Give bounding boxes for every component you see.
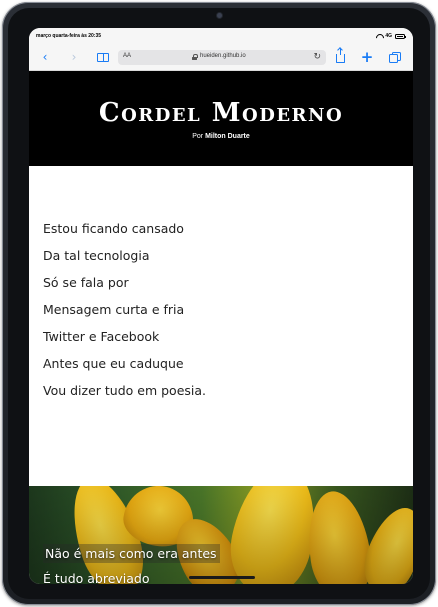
sunflower-hero-image: Não é mais como era antes É tudo abrevia… xyxy=(29,486,413,584)
status-time: março quarta-feira às 20:35 xyxy=(36,33,102,39)
hero-line: É tudo abreviado xyxy=(43,571,150,584)
screen: março quarta-feira às 20:35 4G ‹ › AA hu… xyxy=(29,28,413,584)
tabs-button[interactable] xyxy=(387,51,401,63)
signal-label: 4G xyxy=(385,33,392,39)
byline-prefix: Por xyxy=(192,133,204,140)
url-text[interactable]: hueiden.github.io xyxy=(200,53,246,59)
battery-icon xyxy=(395,33,406,39)
byline: Por Milton Duarte xyxy=(29,133,413,140)
new-tab-button[interactable]: + xyxy=(360,48,374,66)
poem-line: Mensagem curta e fria xyxy=(43,302,185,317)
reload-icon[interactable]: ↻ xyxy=(313,52,321,62)
browser-toolbar: ‹ › AA hueiden.github.io ↻ + xyxy=(29,44,413,71)
address-bar[interactable]: AA hueiden.github.io ↻ xyxy=(118,50,326,65)
front-camera xyxy=(217,13,222,18)
site-title: Cordel Moderno xyxy=(98,98,344,128)
author-name: Milton Duarte xyxy=(205,133,250,140)
site-header: Cordel Moderno Por Milton Duarte xyxy=(29,71,413,166)
image-shade xyxy=(29,486,413,584)
hero-line: Não é mais como era antes xyxy=(43,544,220,563)
text-size-button[interactable]: AA xyxy=(123,53,131,59)
poem: Estou ficando cansado Da tal tecnologia … xyxy=(43,220,393,409)
bookmarks-button[interactable] xyxy=(96,51,110,63)
share-button[interactable] xyxy=(333,48,347,63)
poem-line: Twitter e Facebook xyxy=(43,329,160,344)
poem-line: Vou dizer tudo em poesia. xyxy=(43,383,207,398)
back-button[interactable]: ‹ xyxy=(38,51,52,63)
chevron-right-icon: › xyxy=(71,50,77,64)
wifi-icon xyxy=(376,34,382,38)
status-indicators: 4G xyxy=(376,33,406,39)
poem-line: Antes que eu caduque xyxy=(43,356,184,371)
share-icon xyxy=(335,48,345,63)
poem-line: Só se fala por xyxy=(43,275,129,290)
book-icon xyxy=(97,52,109,62)
lock-icon xyxy=(192,54,198,60)
tablet-frame: março quarta-feira às 20:35 4G ‹ › AA hu… xyxy=(2,2,436,605)
tabs-icon xyxy=(389,52,401,63)
status-bar: março quarta-feira às 20:35 4G xyxy=(29,28,413,44)
forward-button[interactable]: › xyxy=(67,51,81,63)
home-indicator[interactable] xyxy=(189,576,255,579)
poem-line: Da tal tecnologia xyxy=(43,248,150,263)
plus-icon: + xyxy=(360,48,374,66)
poem-line: Estou ficando cansado xyxy=(43,221,184,236)
chevron-left-icon: ‹ xyxy=(42,50,48,64)
